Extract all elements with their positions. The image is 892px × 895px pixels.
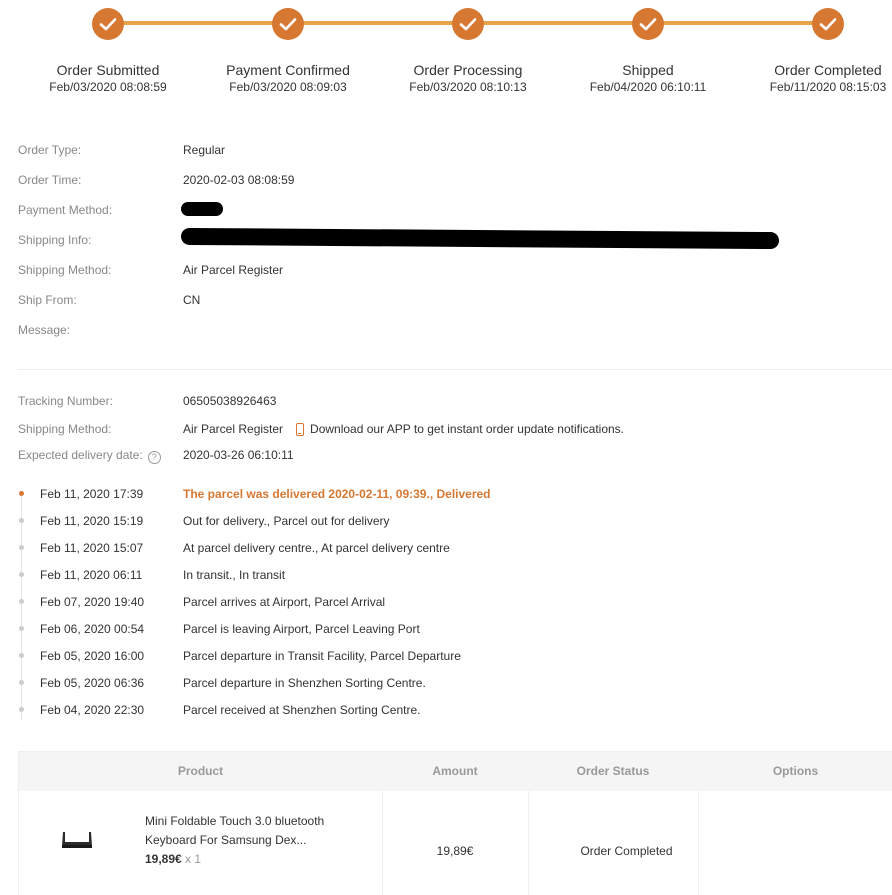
timeline-date: Feb 06, 2020 00:54 bbox=[40, 622, 145, 636]
shipping-method-label: Shipping Method: bbox=[18, 263, 112, 277]
timeline-description: Out for delivery., Parcel out for delive… bbox=[183, 514, 390, 528]
expected-delivery-value: 2020-03-26 06:10:11 bbox=[183, 448, 294, 462]
step-time: Feb/03/2020 08:09:03 bbox=[229, 80, 347, 94]
column-divider bbox=[698, 791, 699, 895]
product-name-link[interactable]: Mini Foldable Touch 3.0 bluetooth Keyboa… bbox=[145, 812, 365, 850]
checkmark-icon bbox=[812, 8, 844, 40]
step-order-processing: Order Processing Feb/03/2020 08:10:13 bbox=[378, 8, 558, 94]
step-label: Order Submitted bbox=[56, 62, 160, 78]
timeline-item: Feb 11, 2020 06:11 In transit., In trans… bbox=[0, 561, 892, 588]
checkmark-icon bbox=[92, 8, 124, 40]
step-label: Order Processing bbox=[413, 62, 523, 78]
timeline-item: Feb 11, 2020 15:07 At parcel delivery ce… bbox=[0, 534, 892, 561]
timeline-item: Feb 05, 2020 16:00 Parcel departure in T… bbox=[0, 642, 892, 669]
expected-delivery-label-wrap: Expected delivery date:? bbox=[18, 448, 161, 464]
tracking-shipping-method-label: Shipping Method: bbox=[18, 422, 112, 436]
timeline-dot-icon bbox=[19, 626, 24, 631]
shipping-method-value: Air Parcel Register bbox=[183, 263, 284, 277]
order-type-value: Regular bbox=[183, 143, 226, 157]
column-header-amount: Amount bbox=[382, 752, 528, 791]
timeline-dot-icon bbox=[19, 599, 24, 604]
tracking-shipping-method-value-wrap: Air Parcel Register Download our APP to g… bbox=[183, 422, 624, 436]
tracking-number-label: Tracking Number: bbox=[18, 394, 113, 408]
question-mark-icon[interactable]: ? bbox=[147, 451, 161, 464]
timeline-item: Feb 04, 2020 22:30 Parcel received at Sh… bbox=[0, 696, 892, 723]
column-divider bbox=[382, 791, 383, 895]
timeline-item: Feb 05, 2020 06:36 Parcel departure in S… bbox=[0, 669, 892, 696]
order-time-label: Order Time: bbox=[18, 173, 82, 187]
timeline-date: Feb 11, 2020 15:07 bbox=[40, 541, 144, 555]
timeline-date: Feb 11, 2020 06:11 bbox=[40, 568, 143, 582]
mobile-phone-icon bbox=[296, 423, 305, 436]
product-table: Product Amount Order Status Options Mini… bbox=[18, 751, 892, 895]
timeline-description: Parcel departure in Transit Facility, Pa… bbox=[183, 649, 461, 663]
timeline-item: Feb 07, 2020 19:40 Parcel arrives at Air… bbox=[0, 588, 892, 615]
checkmark-icon bbox=[272, 8, 304, 40]
column-header-options: Options bbox=[698, 752, 892, 791]
row-order-status: Order Completed bbox=[580, 844, 673, 858]
timeline-description: Parcel is leaving Airport, Parcel Leavin… bbox=[183, 622, 420, 636]
step-order-completed: Order Completed Feb/11/2020 08:15:03 bbox=[738, 8, 892, 94]
timeline-dot-icon bbox=[19, 572, 24, 577]
timeline-date: Feb 05, 2020 16:00 bbox=[40, 649, 145, 663]
column-header-order-status: Order Status bbox=[528, 752, 698, 791]
step-order-submitted: Order Submitted Feb/03/2020 08:08:59 bbox=[18, 8, 198, 94]
timeline-dot-icon bbox=[19, 680, 24, 685]
timeline-description: The parcel was delivered 2020-02-11, 09:… bbox=[183, 487, 491, 501]
step-time: Feb/03/2020 08:10:13 bbox=[409, 80, 527, 94]
product-quantity: x 1 bbox=[185, 852, 202, 866]
timeline-item: Feb 11, 2020 15:19 Out for delivery., Pa… bbox=[0, 507, 892, 534]
timeline-dot-icon bbox=[19, 653, 24, 658]
step-label: Payment Confirmed bbox=[226, 62, 350, 78]
timeline-dot-icon bbox=[19, 707, 24, 712]
payment-method-label: Payment Method: bbox=[18, 203, 113, 217]
step-time: Feb/11/2020 08:15:03 bbox=[769, 80, 887, 94]
row-amount: 19,89€ bbox=[436, 844, 474, 858]
step-time: Feb/03/2020 08:08:59 bbox=[49, 80, 167, 94]
order-time-value: 2020-02-03 08:08:59 bbox=[183, 173, 295, 187]
timeline-date: Feb 05, 2020 06:36 bbox=[40, 676, 145, 690]
product-thumbnail[interactable] bbox=[57, 830, 97, 850]
ship-from-value: CN bbox=[183, 293, 201, 307]
tracking-shipping-method-value: Air Parcel Register bbox=[183, 422, 284, 436]
tracking-number-value: 06505038926463 bbox=[183, 394, 277, 408]
redacted-payment-method bbox=[181, 202, 223, 216]
step-time: Feb/04/2020 06:10:11 bbox=[589, 80, 707, 94]
column-header-product: Product bbox=[19, 752, 382, 791]
product-price: 19,89€ bbox=[145, 852, 182, 866]
timeline-description: In transit., In transit bbox=[183, 568, 286, 582]
column-divider bbox=[528, 791, 529, 895]
timeline-date: Feb 07, 2020 19:40 bbox=[40, 595, 145, 609]
order-progress-steps: Order Submitted Feb/03/2020 08:08:59 Pay… bbox=[0, 0, 892, 110]
order-type-label: Order Type: bbox=[18, 143, 82, 157]
timeline-date: Feb 04, 2020 22:30 bbox=[40, 703, 145, 717]
step-label: Order Completed bbox=[774, 62, 882, 78]
checkmark-icon bbox=[452, 8, 484, 40]
app-download-link[interactable]: Download our APP to get instant order up… bbox=[310, 422, 624, 436]
expected-delivery-label: Expected delivery date: bbox=[18, 448, 143, 462]
timeline-dot-icon bbox=[19, 518, 24, 523]
timeline-item: Feb 06, 2020 00:54 Parcel is leaving Air… bbox=[0, 615, 892, 642]
timeline-description: Parcel departure in Shenzhen Sorting Cen… bbox=[183, 676, 426, 690]
timeline-description: Parcel arrives at Airport, Parcel Arriva… bbox=[183, 595, 386, 609]
ship-from-label: Ship From: bbox=[18, 293, 77, 307]
checkmark-icon bbox=[632, 8, 664, 40]
timeline-dot-icon bbox=[19, 491, 24, 496]
step-shipped: Shipped Feb/04/2020 06:10:11 bbox=[558, 8, 738, 94]
timeline-date: Feb 11, 2020 17:39 bbox=[40, 487, 144, 501]
section-divider bbox=[18, 369, 892, 370]
timeline-description: At parcel delivery centre., At parcel de… bbox=[183, 541, 450, 555]
product-price-line: 19,89€ x 1 bbox=[145, 852, 201, 866]
step-label: Shipped bbox=[622, 62, 674, 78]
timeline-date: Feb 11, 2020 15:19 bbox=[40, 514, 144, 528]
timeline-description: Parcel received at Shenzhen Sorting Cent… bbox=[183, 703, 421, 717]
step-payment-confirmed: Payment Confirmed Feb/03/2020 08:09:03 bbox=[198, 8, 378, 94]
message-label: Message: bbox=[18, 323, 71, 337]
shipping-info-label: Shipping Info: bbox=[18, 233, 92, 247]
timeline-item: Feb 11, 2020 17:39 The parcel was delive… bbox=[0, 480, 892, 507]
redacted-shipping-info bbox=[180, 227, 780, 250]
timeline-dot-icon bbox=[19, 545, 24, 550]
